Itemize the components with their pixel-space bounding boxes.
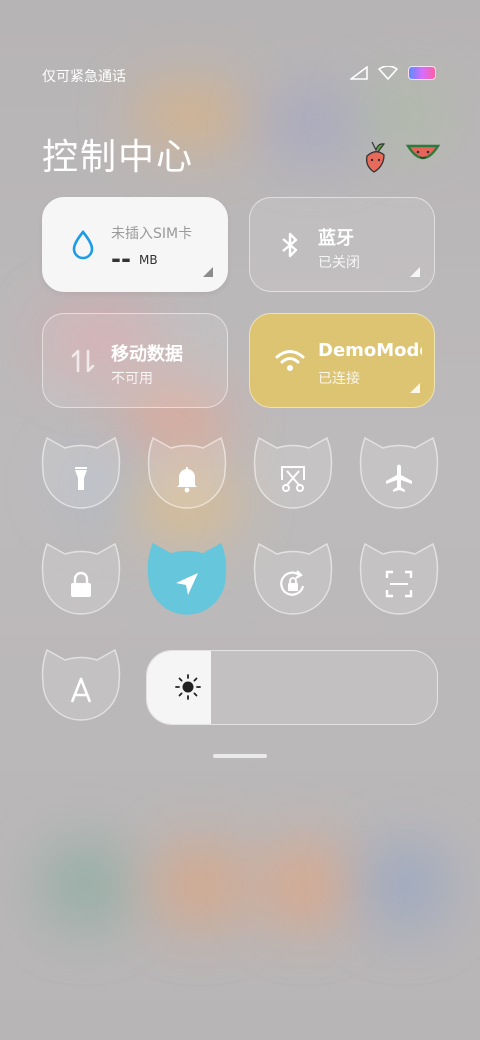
data-usage-tile[interactable]: 未插入SIM卡 -- MB <box>42 197 228 292</box>
mobile-data-tile[interactable]: 移动数据 不可用 <box>42 313 228 408</box>
expand-corner-icon <box>203 267 213 277</box>
screenshot-toggle[interactable] <box>253 436 333 516</box>
status-icons <box>350 66 436 80</box>
watermelon-sticker-icon <box>406 144 440 160</box>
mobile-data-status: 不可用 <box>111 371 153 387</box>
ringer-toggle[interactable] <box>147 436 227 516</box>
battery-icon <box>408 66 436 80</box>
wifi-icon <box>275 350 305 371</box>
scanner-toggle[interactable] <box>359 542 439 622</box>
data-usage-unit: MB <box>139 253 158 267</box>
brightness-slider[interactable] <box>146 650 438 725</box>
signal-icon <box>350 66 368 80</box>
flashlight-icon <box>75 467 87 490</box>
wifi-status: 已连接 <box>318 371 360 387</box>
auto-brightness-toggle[interactable] <box>41 648 121 728</box>
location-arrow-icon <box>176 573 198 595</box>
bluetooth-status: 已关闭 <box>318 255 360 271</box>
wifi-network-name: DemoMode <box>318 340 422 361</box>
wifi-icon <box>378 66 398 80</box>
bluetooth-label: 蓝牙 <box>318 228 354 249</box>
drag-handle[interactable] <box>213 754 267 758</box>
carrier-status: 仅可紧急通话 <box>42 69 126 85</box>
flashlight-toggle[interactable] <box>41 436 121 516</box>
page-title: 控制中心 <box>42 137 195 178</box>
auto-rotate-toggle[interactable] <box>253 542 333 622</box>
expand-corner-icon <box>410 383 420 393</box>
water-drop-icon <box>72 229 94 260</box>
bluetooth-icon <box>282 232 298 258</box>
screen-lock-toggle[interactable] <box>41 542 121 622</box>
sun-icon <box>175 674 201 700</box>
lock-icon <box>71 571 91 597</box>
wifi-tile[interactable]: DemoMode 已连接 <box>249 313 435 408</box>
scissors-icon <box>281 466 305 492</box>
bell-icon <box>177 467 197 493</box>
sim-status-label: 未插入SIM卡 <box>111 226 193 242</box>
scan-icon <box>385 570 413 598</box>
rotation-lock-icon <box>280 570 305 596</box>
data-arrows-icon <box>71 349 95 373</box>
expand-corner-icon <box>410 267 420 277</box>
bluetooth-tile[interactable]: 蓝牙 已关闭 <box>249 197 435 292</box>
data-usage-value: -- <box>111 245 131 273</box>
carrot-sticker-icon <box>366 141 386 173</box>
airplane-icon <box>386 464 412 492</box>
location-toggle[interactable] <box>147 542 227 622</box>
letter-a-icon <box>70 677 92 703</box>
airplane-mode-toggle[interactable] <box>359 436 439 516</box>
mobile-data-label: 移动数据 <box>111 344 183 365</box>
